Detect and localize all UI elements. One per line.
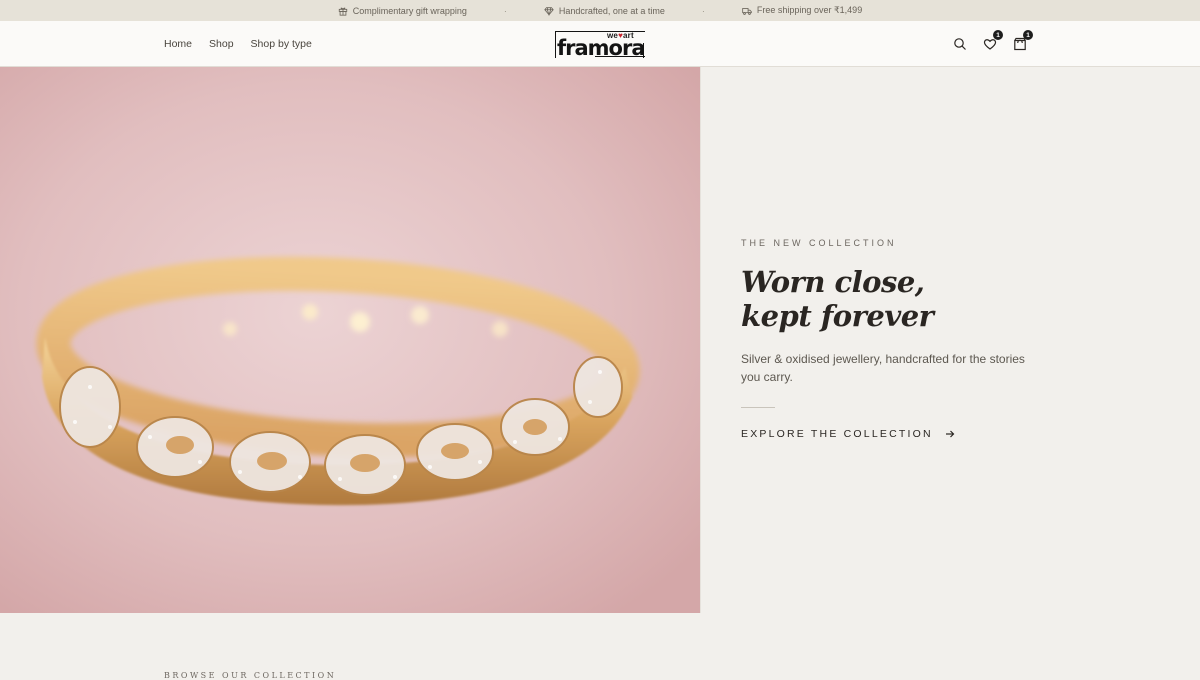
cart-button[interactable]: 1 xyxy=(1013,30,1033,51)
framora-logo[interactable]: we♥art framora xyxy=(555,30,645,60)
hero-image-bangle xyxy=(0,67,700,613)
site-header: Home Shop Shop by type we♥art framora 1 … xyxy=(0,21,1200,67)
announcement-separator: · xyxy=(701,5,705,16)
hero-headline-line1: Worn close, xyxy=(741,265,925,299)
announcement-gift: Complimentary gift wrapping xyxy=(338,6,467,16)
header-actions: 1 1 xyxy=(953,21,1033,67)
nav-home[interactable]: Home xyxy=(164,38,192,50)
announcement-separator: · xyxy=(503,5,507,16)
announcement-shipping: Free shipping over ₹1,499 xyxy=(742,5,862,16)
hero-divider xyxy=(741,407,775,408)
hero-headline: Worn close, kept forever xyxy=(741,265,934,333)
announcement-handcrafted-text: Handcrafted, one at a time xyxy=(558,5,665,16)
announcement-handcrafted: Handcrafted, one at a time xyxy=(544,6,665,16)
gift-icon xyxy=(338,7,347,16)
announcement-shipping-text: Free shipping over ₹1,499 xyxy=(756,5,863,15)
truck-icon xyxy=(742,7,752,15)
main-nav: Home Shop Shop by type xyxy=(164,21,312,67)
diamond-icon xyxy=(544,6,554,16)
logo-brand-text: framora xyxy=(557,36,645,60)
cta-label: EXPLORE THE COLLECTION xyxy=(741,428,933,440)
hero-headline-line2: kept forever xyxy=(741,299,934,333)
browse-collection-heading: BROWSE OUR COLLECTION xyxy=(164,671,337,680)
hero-content: THE NEW COLLECTION Worn close, kept fore… xyxy=(700,67,1200,613)
arrow-right-icon xyxy=(945,430,955,438)
nav-shop-by-type[interactable]: Shop by type xyxy=(251,38,312,50)
hero-eyebrow: THE NEW COLLECTION xyxy=(741,238,897,248)
hero-subtext: Silver & oxidised jewellery, handcrafted… xyxy=(741,352,1025,384)
announcement-gift-text: Complimentary gift wrapping xyxy=(352,5,467,16)
wishlist-button[interactable]: 1 xyxy=(983,30,1003,51)
search-icon xyxy=(954,38,966,50)
nav-shop[interactable]: Shop xyxy=(209,38,234,50)
cart-count-badge: 1 xyxy=(1023,30,1033,40)
explore-collection-link[interactable]: EXPLORE THE COLLECTION xyxy=(741,428,955,440)
search-button[interactable] xyxy=(953,37,967,51)
bangle-illustration xyxy=(0,67,700,613)
announcement-bar: Complimentary gift wrapping · Handcrafte… xyxy=(0,0,1200,21)
wishlist-count-badge: 1 xyxy=(993,30,1003,40)
